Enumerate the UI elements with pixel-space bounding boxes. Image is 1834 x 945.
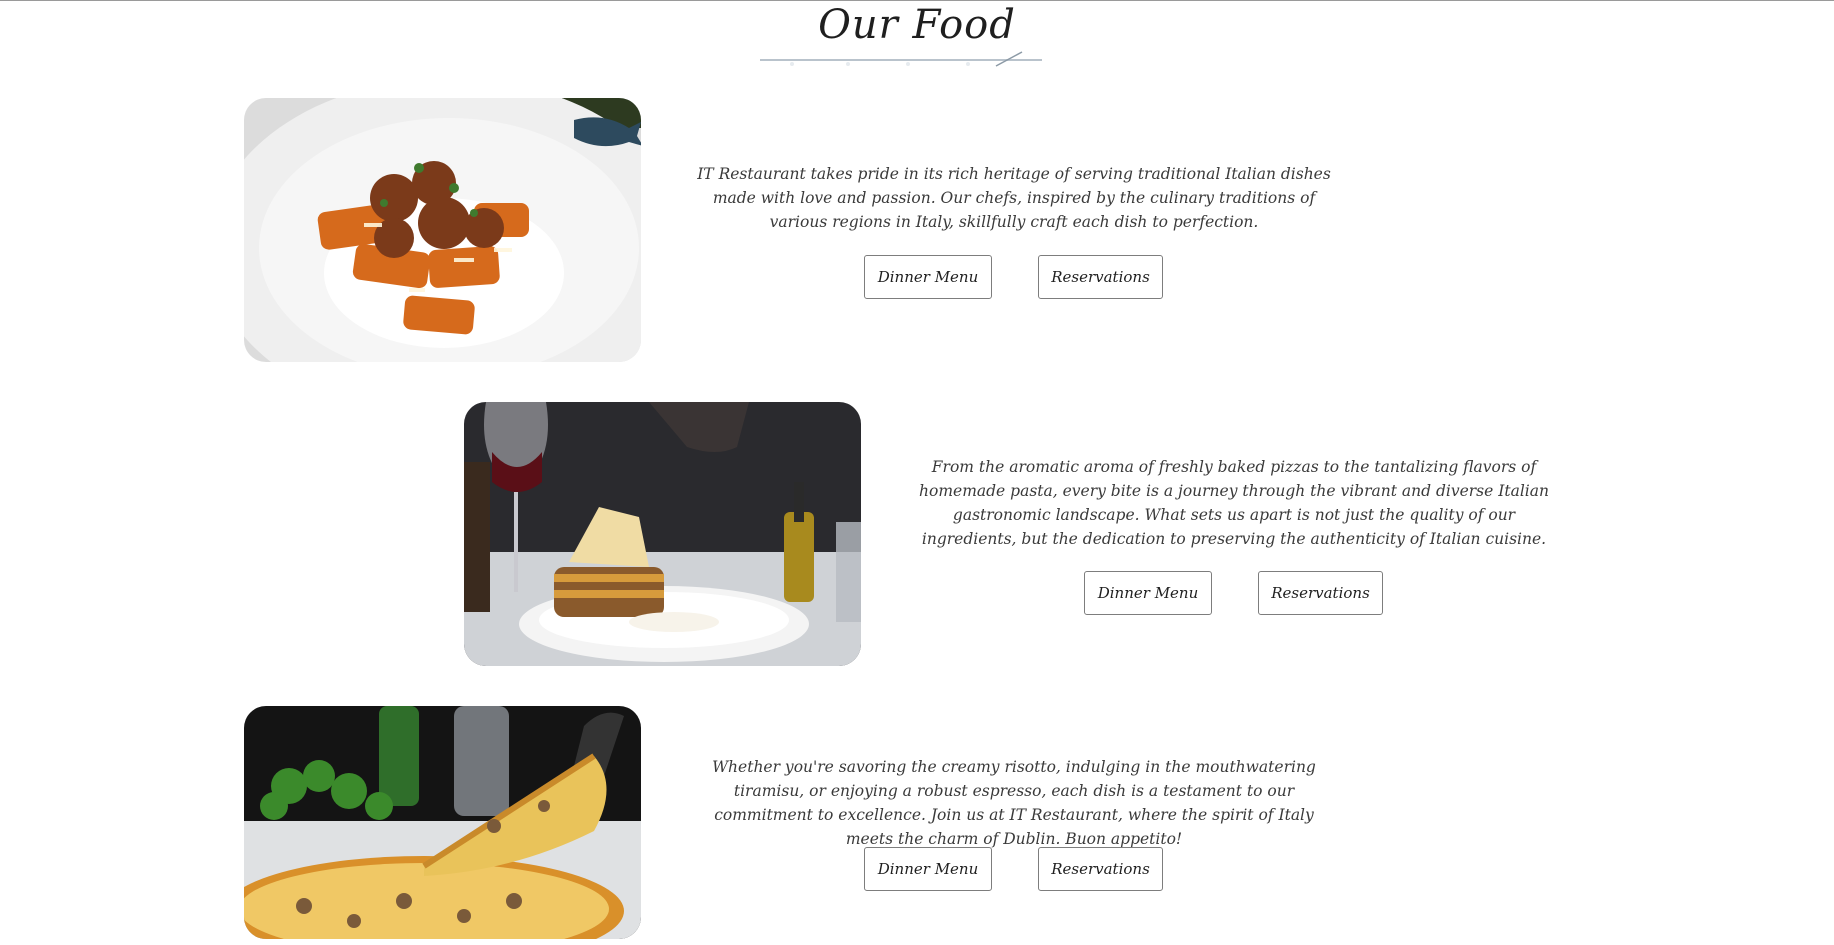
title-underline-decoration: [760, 51, 1042, 67]
reservations-button-2[interactable]: Reservations: [1258, 571, 1383, 615]
section-title: Our Food: [818, 2, 1016, 48]
food-description-3: Whether you're savoring the creamy risot…: [712, 758, 1316, 848]
reservations-button-3[interactable]: Reservations: [1038, 847, 1163, 891]
pizza-photo: [244, 706, 641, 939]
food-description-2: From the aromatic aroma of freshly baked…: [919, 458, 1549, 548]
lasagna-photo: [464, 402, 861, 666]
dinner-menu-button-1[interactable]: Dinner Menu: [864, 255, 992, 299]
food-description-1: IT Restaurant takes pride in its rich he…: [697, 165, 1331, 231]
pasta-photo: [244, 98, 641, 362]
dinner-menu-button-3[interactable]: Dinner Menu: [864, 847, 992, 891]
top-border: [0, 0, 1834, 1]
reservations-button-1[interactable]: Reservations: [1038, 255, 1163, 299]
dinner-menu-button-2[interactable]: Dinner Menu: [1084, 571, 1212, 615]
